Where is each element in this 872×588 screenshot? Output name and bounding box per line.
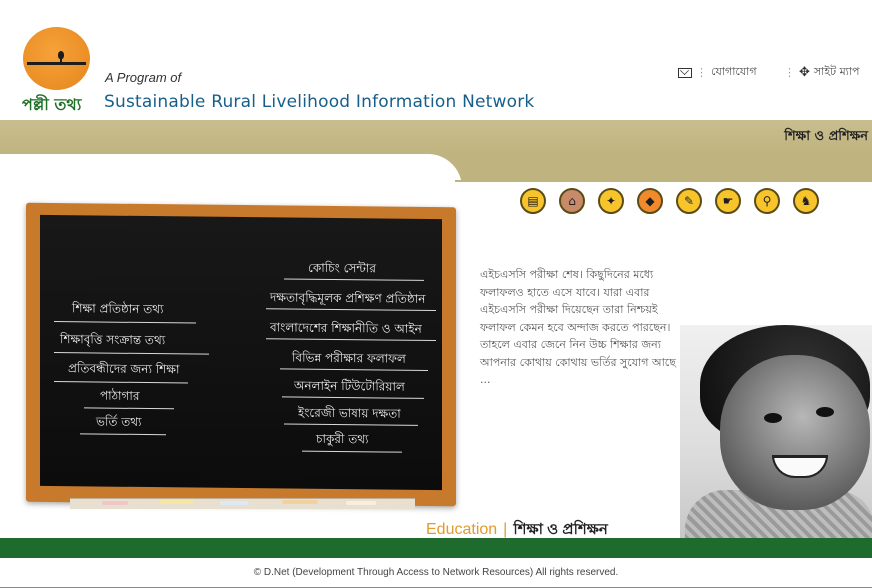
caption-english: Education	[426, 521, 498, 538]
content-panel-curve	[0, 154, 462, 194]
chalk-underline	[280, 368, 428, 371]
photo-face	[720, 355, 870, 510]
chalk-underline	[282, 396, 424, 399]
chalk-underline	[302, 450, 402, 453]
pollitothya-logo[interactable]	[23, 27, 90, 90]
chalkboard-surface: শিক্ষা প্রতিষ্ঠান তথ্য শিক্ষাবৃত্তি সংক্…	[40, 214, 442, 491]
chalk-underline	[284, 423, 418, 426]
chalk-piece	[220, 501, 248, 505]
hand-icon[interactable]: ☛	[715, 188, 741, 214]
chalk-link-english-skills[interactable]: ইংরেজী ভাষায় দক্ষতা	[298, 405, 401, 426]
chalk-piece	[160, 500, 194, 504]
sitemap-icon: ✥	[799, 65, 810, 80]
runner-icon[interactable]: ✦	[598, 188, 624, 214]
photo-eye	[764, 413, 782, 423]
chalk-tray	[70, 498, 415, 509]
category-icon-row: ▤ ⌂ ✦ ◆ ✎ ☛ ⚲ ♞	[520, 188, 819, 214]
logo-text[interactable]: পল্লী তথ্য	[22, 92, 81, 119]
copyright-footer: © D.Net (Development Through Access to N…	[253, 567, 619, 578]
chalk-underline	[54, 321, 196, 324]
smiling-girl-photo	[680, 325, 872, 538]
chalk-link-admission[interactable]: ভর্তি তথ্য	[96, 413, 141, 433]
section-band	[0, 120, 872, 154]
footer-green-bar	[0, 538, 872, 558]
chalk-underline	[54, 352, 209, 355]
chalk-piece	[282, 500, 318, 504]
chalk-piece	[346, 501, 376, 505]
article-text[interactable]: এইচএসসি পরীক্ষা শেষ। কিছুদিনের মধ্যে ফলা…	[480, 266, 685, 389]
chalk-link-institution[interactable]: শিক্ষা প্রতিষ্ঠান তথ্য	[72, 300, 163, 321]
map-icon[interactable]: ◆	[637, 188, 663, 214]
chalk-link-scholarship[interactable]: শিক্ষাবৃত্তি সংক্রান্ত তথ্য	[60, 331, 165, 352]
sitemap-link-label: সাইট ম্যাপ	[813, 65, 860, 78]
house-icon[interactable]: ⌂	[559, 188, 585, 214]
network-name[interactable]: Sustainable Rural Livelihood Information…	[104, 92, 534, 112]
chalk-link-coaching[interactable]: কোচিং সেন্টার	[308, 260, 376, 281]
chalk-underline	[84, 407, 174, 410]
link-separator: ⋮	[784, 66, 795, 79]
book-icon[interactable]: ▤	[520, 188, 546, 214]
caption-separator: |	[503, 521, 508, 538]
program-label: A Program of	[105, 70, 182, 85]
magnifier-icon[interactable]: ⚲	[754, 188, 780, 214]
chalk-underline	[54, 381, 188, 384]
mail-icon	[678, 67, 692, 78]
contact-link[interactable]: ⋮ যোগাযোগ	[678, 63, 757, 82]
horizon-line	[27, 62, 86, 65]
chalkboard: শিক্ষা প্রতিষ্ঠান তথ্য শিক্ষাবৃত্তি সংক্…	[26, 202, 456, 507]
chalk-underline	[284, 278, 424, 281]
section-title: শিক্ষা ও প্রশিক্ষন	[784, 129, 868, 144]
band-underline	[455, 180, 872, 182]
elephant-icon[interactable]: ♞	[793, 188, 819, 214]
caption-bengali: শিক্ষা ও প্রশিক্ষন	[513, 521, 608, 538]
sitemap-link[interactable]: ⋮ ✥ সাইট ম্যাপ	[784, 63, 860, 82]
chalk-link-library[interactable]: পাঠাগার	[100, 388, 139, 408]
link-separator: ⋮	[696, 66, 707, 79]
chalk-piece	[102, 501, 128, 505]
chalk-link-exam-results[interactable]: বিভিন্ন পরীক্ষার ফলাফল	[292, 350, 406, 371]
chalk-link-job-info[interactable]: চাকুরী তথ্য	[316, 431, 368, 452]
chalk-link-online-tutorial[interactable]: অনলাইন টিউটোরিয়াল	[294, 378, 405, 399]
chalk-underline	[80, 433, 166, 436]
pen-icon[interactable]: ✎	[676, 188, 702, 214]
photo-smile	[772, 455, 828, 478]
photo-eye	[816, 407, 834, 417]
contact-link-label: যোগাযোগ	[711, 65, 757, 78]
chalk-link-disability-education[interactable]: প্রতিবন্ধীদের জন্য শিক্ষা	[68, 360, 179, 381]
